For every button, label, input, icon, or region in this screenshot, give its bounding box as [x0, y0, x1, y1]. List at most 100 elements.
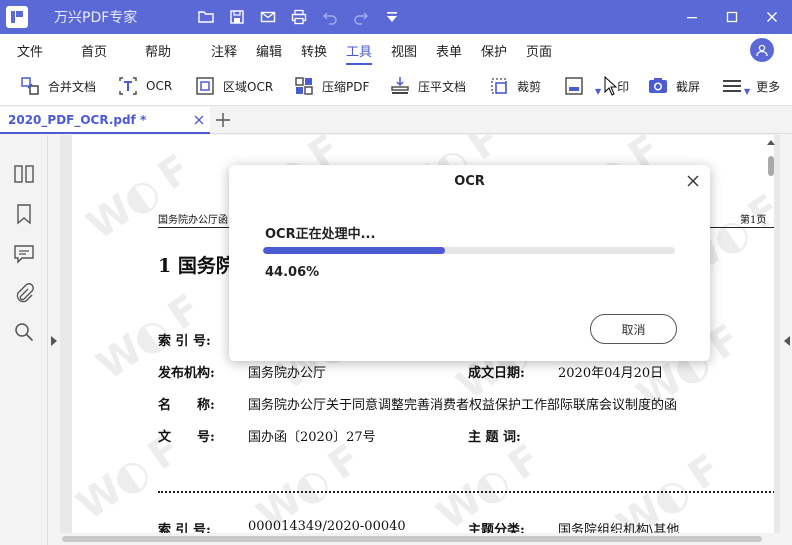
label-keywords: 主 题 词:	[468, 430, 521, 445]
flatten-label: 压平文档	[418, 79, 467, 94]
label-date: 成文日期:	[468, 366, 525, 381]
tab-close-icon[interactable]	[192, 113, 206, 127]
compress-label: 压缩PDF	[322, 79, 370, 94]
thumbnails-icon[interactable]	[13, 163, 35, 185]
minimize-icon[interactable]	[672, 0, 712, 34]
crop-button[interactable]: 裁剪	[489, 74, 541, 98]
watermark-decoration: W◐ F	[78, 146, 198, 250]
crop-icon	[491, 78, 507, 94]
user-avatar-icon[interactable]	[750, 38, 774, 62]
save-icon[interactable]	[221, 0, 252, 34]
watermark-button[interactable]: ▼ 印	[564, 74, 629, 98]
cancel-button[interactable]: 取消	[590, 314, 677, 344]
redo-icon[interactable]	[345, 0, 376, 34]
comment-icon[interactable]	[13, 243, 35, 265]
more-icon	[723, 80, 741, 92]
value-name: 国务院办公厅关于同意调整完善消费者权益保护工作部际联席会议制度的函	[248, 398, 678, 413]
flatten-button[interactable]: 压平文档	[390, 74, 466, 98]
label-index-no: 索 引 号:	[158, 334, 211, 349]
more-dropdown-icon[interactable]: ▼	[744, 87, 750, 96]
area-ocr-button[interactable]: 区域OCR	[195, 74, 273, 98]
watermark-label: 印	[617, 79, 630, 94]
value-date: 2020年04月20日	[558, 366, 664, 381]
label-doc-number: 文 号:	[158, 430, 215, 445]
watermark-icon	[565, 77, 583, 95]
merge-button[interactable]: 合并文档	[20, 74, 96, 98]
scroll-up-icon[interactable]	[767, 140, 775, 145]
ocr-label: OCR	[146, 79, 173, 93]
menu-form[interactable]: 表单	[436, 41, 462, 60]
menu-page[interactable]: 页面	[526, 41, 552, 60]
ocr-progress-dialog: OCR OCR正在处理中... 44.06% 取消	[229, 165, 710, 361]
ocr-percent-text: 44.06%	[265, 265, 320, 280]
search-icon[interactable]	[13, 321, 35, 343]
label-name: 名 称:	[158, 398, 215, 413]
document-tab[interactable]: 2020_PDF_OCR.pdf *	[0, 107, 210, 134]
title-bar: 万兴PDF专家	[0, 0, 792, 34]
menu-file[interactable]: 文件	[17, 41, 43, 60]
expand-right-panel-icon[interactable]	[784, 336, 790, 346]
undo-icon[interactable]	[314, 0, 345, 34]
customize-dropdown-icon[interactable]	[376, 0, 407, 34]
app-title: 万兴PDF专家	[54, 10, 138, 26]
label-index-no-2: 索 引 号:	[158, 523, 211, 533]
screenshot-icon	[649, 78, 667, 93]
close-window-icon[interactable]	[752, 0, 792, 34]
doc-heading: 1 国务院	[158, 255, 235, 277]
doc-header-right: 第1页	[740, 215, 767, 226]
document-tab-strip: 2020_PDF_OCR.pdf *	[0, 107, 792, 134]
ocr-button[interactable]: OCR	[118, 74, 172, 98]
merge-icon	[21, 77, 39, 95]
value-category: 国务院组织机构\其他	[558, 523, 680, 533]
screenshot-button[interactable]: 截屏	[648, 74, 700, 98]
vertical-scrollbar[interactable]	[768, 156, 774, 176]
doc-header-left: 国务院办公厅函	[158, 215, 228, 226]
more-button[interactable]: ▼ 更多	[722, 74, 780, 98]
menu-tools[interactable]: 工具	[346, 41, 373, 65]
crop-label: 裁剪	[517, 79, 542, 94]
label-category: 主题分类:	[468, 523, 525, 533]
dotted-separator	[158, 491, 774, 493]
menu-view[interactable]: 视图	[391, 41, 417, 60]
compress-pdf-button[interactable]: 压缩PDF	[294, 74, 369, 98]
email-icon[interactable]	[252, 0, 283, 34]
left-sidebar	[0, 135, 48, 545]
menu-bar: 文件 首页 帮助 注释 编辑 转换 工具 视图 表单 保护 页面	[0, 34, 792, 66]
menu-protect[interactable]: 保护	[481, 41, 507, 60]
compress-icon	[295, 77, 313, 95]
horizontal-scrollbar[interactable]	[62, 536, 762, 542]
label-publisher: 发布机构:	[158, 366, 215, 381]
value-doc-number: 国办函〔2020〕27号	[248, 430, 376, 445]
mouse-cursor-icon	[604, 76, 618, 96]
ocr-status-text: OCR正在处理中...	[265, 227, 376, 242]
menu-comment[interactable]: 注释	[211, 41, 237, 60]
menu-home[interactable]: 首页	[81, 41, 107, 60]
merge-label: 合并文档	[48, 79, 97, 94]
ocr-progress-fill	[263, 247, 445, 254]
dialog-close-icon[interactable]	[686, 174, 700, 188]
menu-convert[interactable]: 转换	[301, 41, 327, 60]
more-label: 更多	[756, 79, 781, 94]
area-ocr-icon	[196, 77, 214, 95]
value-index-no-2: 000014349/2020-00040	[248, 519, 406, 533]
print-icon[interactable]	[283, 0, 314, 34]
new-tab-icon[interactable]	[214, 111, 232, 129]
ocr-progress-bar	[263, 247, 675, 254]
area-ocr-label: 区域OCR	[223, 79, 274, 94]
open-folder-icon[interactable]	[190, 0, 221, 34]
quick-access-toolbar	[190, 0, 407, 34]
ocr-icon	[119, 77, 137, 95]
menu-help[interactable]: 帮助	[145, 41, 171, 60]
menu-edit[interactable]: 编辑	[256, 41, 282, 60]
app-logo-icon	[6, 6, 28, 28]
screenshot-label: 截屏	[676, 79, 701, 94]
document-tab-label: 2020_PDF_OCR.pdf *	[8, 112, 147, 127]
expand-left-panel-icon[interactable]	[51, 336, 57, 346]
bookmark-icon[interactable]	[13, 203, 35, 225]
watermark-dropdown-icon[interactable]: ▼	[595, 87, 601, 96]
maximize-icon[interactable]	[712, 0, 752, 34]
dialog-title: OCR	[454, 174, 485, 189]
tools-toolbar: 合并文档 OCR 区域OCR 压缩PDF 压平文档 裁剪 ▼ 印 截屏 ▼ 更多	[0, 66, 792, 106]
flatten-icon	[391, 77, 409, 94]
attachment-icon[interactable]	[13, 283, 35, 305]
